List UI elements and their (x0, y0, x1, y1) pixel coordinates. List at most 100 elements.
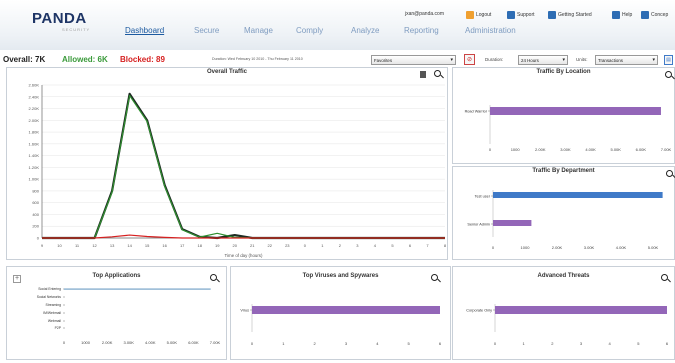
x-tick-label: 2 (551, 341, 554, 346)
duration-label: Duration: (485, 57, 504, 62)
x-tick-label: 6.00K (188, 340, 199, 345)
help-link[interactable]: Help (612, 11, 632, 19)
chevron-down-icon: ▾ (450, 57, 453, 63)
x-tick-label: 22 (268, 243, 273, 248)
export-icon[interactable]: ▤ (664, 55, 673, 65)
y-tick-label: 1.40K (29, 153, 40, 158)
x-tick-label: 19 (215, 243, 220, 248)
y-tick-label: 2.40K (29, 94, 40, 99)
x-tick-label: 3.00K (123, 340, 134, 345)
x-tick-label: 1000 (521, 245, 531, 250)
advanced-threats-chart: 0 1 2 3 4 5 6 Corporate Only (466, 304, 669, 346)
x-tick-label: 3.00K (584, 245, 595, 250)
x-tick-label: 5.00K (167, 340, 178, 345)
top-viruses-panel: Top Viruses and Spywares 0 1 2 3 4 5 6 Virus (230, 266, 451, 360)
x-tick-label: 7 (426, 243, 429, 248)
favorites-value: Favorites (374, 57, 393, 63)
x-tick-label: 21 (250, 243, 255, 248)
x-tick-label: 0 (304, 243, 307, 248)
getting-started-icon (548, 11, 556, 19)
y-tick-label: 400 (32, 212, 39, 217)
nav-comply[interactable]: Comply (296, 26, 323, 35)
clear-filter-icon[interactable]: ⊘ (464, 54, 475, 65)
x-tick-label: 2.00K (102, 340, 113, 345)
units-select[interactable]: Transactions ▾ (595, 55, 658, 65)
x-tick-label: 0 (251, 341, 254, 346)
x-tick-label: 4.00K (145, 340, 156, 345)
y-tick-label: 2.20K (29, 106, 40, 111)
x-tick-label: 8 (444, 243, 447, 248)
support-label: Support (517, 12, 535, 18)
nav-manage[interactable]: Manage (244, 26, 273, 35)
series-line-1 (42, 94, 445, 239)
bar (64, 288, 211, 290)
chevron-down-icon: ▾ (562, 57, 565, 63)
x-tick-label: 6 (439, 341, 442, 346)
top-viruses-chart: 0 1 2 3 4 5 6 Virus (240, 304, 442, 346)
x-tick-label: 23 (285, 243, 290, 248)
x-tick-label: 15 (145, 243, 150, 248)
x-tick-label: 2.00K (552, 245, 563, 250)
overall-count: Overall: 7K (3, 55, 46, 64)
category-label: P2P (55, 326, 62, 330)
x-tick-label: 6 (666, 341, 669, 346)
x-tick-label: 14 (127, 243, 132, 248)
x-tick-label: 12 (92, 243, 97, 248)
y-tick-label: 1.20K (29, 165, 40, 170)
y-tick-label: 1.60K (29, 141, 40, 146)
x-tick-label: 7.00K (210, 340, 221, 345)
overall-traffic-chart: 02004006008001.00K1.20K1.40K1.60K1.80K2.… (29, 83, 447, 259)
nav-secure[interactable]: Secure (194, 26, 219, 35)
x-tick-label: 1 (523, 341, 526, 346)
x-tick-label: 16 (162, 243, 167, 248)
duration-value: 24 Hours (521, 57, 539, 63)
x-tick-label: 1000 (81, 340, 91, 345)
y-tick-label: 2.00K (29, 118, 40, 123)
top-applications-chart: Social Entering Social Networks Streaming I… (37, 287, 221, 345)
x-tick-label: 9 (41, 243, 44, 248)
category-label: Test user (475, 195, 491, 199)
x-tick-label: 0 (63, 340, 66, 345)
chevron-down-icon: ▾ (652, 57, 655, 63)
concepts-icon (641, 11, 649, 19)
y-tick-label: 800 (32, 188, 39, 193)
logout-icon (466, 11, 474, 19)
getting-started-link[interactable]: Getting Started (548, 11, 592, 19)
nav-administration[interactable]: Administration (465, 26, 516, 35)
bar (495, 306, 667, 314)
x-tick-label: 11 (75, 243, 80, 248)
y-tick-label: 0 (37, 236, 40, 241)
x-tick-label: 1000 (511, 147, 521, 152)
getting-started-label: Getting Started (558, 12, 592, 18)
traffic-by-department-panel: Traffic By Department 0 1000 2.00K 3.00K 4.0… (452, 166, 675, 260)
nav-reporting[interactable]: Reporting (404, 26, 439, 35)
bar (493, 220, 532, 226)
x-tick-label: 1 (282, 341, 285, 346)
logout-link[interactable]: Logout (466, 11, 491, 19)
favorites-select[interactable]: Favorites ▾ (371, 55, 456, 65)
y-tick-label: 1.80K (29, 130, 40, 135)
x-tick-label: 5 (408, 341, 411, 346)
x-tick-label: 3 (345, 341, 348, 346)
x-tick-label: 18 (197, 243, 202, 248)
x-tick-label: 4 (376, 341, 379, 346)
app-header: PANDA SECURITY Dashboard Secure Manage C… (0, 0, 675, 50)
category-label: Social Networks (37, 295, 62, 299)
panda-logo[interactable]: PANDA SECURITY (32, 10, 110, 38)
concepts-link[interactable]: Concep (641, 11, 668, 19)
x-tick-label: 2 (339, 243, 342, 248)
category-label: Social Entering (38, 287, 61, 291)
nav-analyze[interactable]: Analyze (351, 26, 379, 35)
logout-label: Logout (476, 12, 492, 18)
y-tick-label: 2.60K (29, 83, 40, 88)
x-tick-label: 4.00K (585, 147, 596, 152)
x-tick-label: 4 (609, 341, 612, 346)
support-link[interactable]: Support (507, 11, 535, 19)
nav-dashboard[interactable]: Dashboard (125, 26, 164, 35)
help-icon (612, 11, 620, 19)
x-tick-label: 3.00K (560, 147, 571, 152)
user-email-text: jxan@panda.com (405, 11, 444, 17)
x-tick-label: 5 (637, 341, 640, 346)
dashboard-root: PANDA SECURITY Dashboard Secure Manage C… (0, 0, 675, 363)
duration-select[interactable]: 24 Hours ▾ (518, 55, 568, 65)
